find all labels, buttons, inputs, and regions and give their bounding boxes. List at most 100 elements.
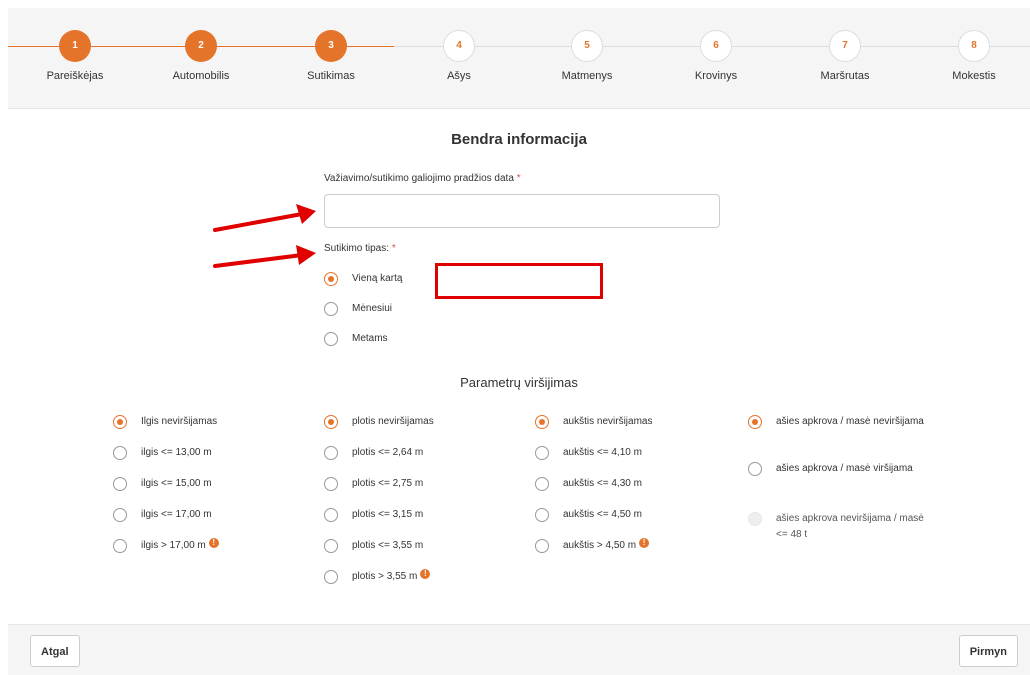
step-1[interactable]: 1 Pareiškėjas xyxy=(25,30,125,82)
radio-label: ilgis <= 13,00 m xyxy=(141,447,212,458)
radio-icon xyxy=(535,446,549,460)
radio-axle-0[interactable]: ašies apkrova / masė neviršijama xyxy=(748,414,928,430)
radio-label: plotis <= 3,15 m xyxy=(352,509,424,520)
step-number: 3 xyxy=(315,30,347,62)
info-icon[interactable]: ! xyxy=(639,538,650,548)
radio-label: ilgis <= 17,00 m xyxy=(141,509,212,520)
radio-axle-2[interactable]: ašies apkrova neviršijama / masė <= 48 t xyxy=(748,511,928,543)
info-icon[interactable]: ! xyxy=(208,538,219,548)
radio-icon xyxy=(535,508,549,522)
radio-width-0[interactable]: plotis neviršijamas xyxy=(324,414,434,430)
radio-label: ilgis > 17,00 m xyxy=(141,540,206,551)
radio-label: plotis > 3,55 m xyxy=(352,571,418,582)
form-content: Bendra informacija Važiavimo/sutikimo ga… xyxy=(8,109,1030,624)
radio-label: aukštis <= 4,30 m xyxy=(563,478,642,489)
radio-label: Vieną kartą xyxy=(352,273,403,284)
radio-label: aukštis <= 4,50 m xyxy=(563,509,642,520)
date-field-label: Važiavimo/sutikimo galiojimo pradžios da… xyxy=(324,173,521,184)
radio-icon xyxy=(113,539,127,553)
step-label: Ašys xyxy=(447,70,471,82)
step-label: Pareiškėjas xyxy=(46,70,104,82)
step-number: 5 xyxy=(571,30,603,62)
back-button[interactable]: Atgal xyxy=(30,635,80,667)
radio-icon xyxy=(324,508,338,522)
next-button[interactable]: Pirmyn xyxy=(958,635,1018,667)
step-label: Krovinys xyxy=(694,70,738,82)
step-label: Automobilis xyxy=(172,70,230,82)
radio-type-once[interactable]: Vieną kartą xyxy=(324,271,402,287)
required-mark: * xyxy=(516,173,521,184)
section-title-general: Bendra informacija xyxy=(451,131,587,148)
radio-label: plotis neviršijamas xyxy=(352,416,434,427)
section-title-params: Parametrų viršijimas xyxy=(460,375,578,390)
radio-label: ašies apkrova / masė neviršijama xyxy=(776,416,924,427)
radio-icon xyxy=(324,446,338,460)
radio-type-monthly[interactable]: Mėnesiui xyxy=(324,301,392,317)
annotation-arrow-icon xyxy=(213,204,316,232)
radio-label: ilgis <= 15,00 m xyxy=(141,478,212,489)
radio-height-3[interactable]: aukštis <= 4,50 m xyxy=(535,507,642,523)
radio-axle-1[interactable]: ašies apkrova / masė viršijama xyxy=(748,461,928,477)
radio-icon xyxy=(535,477,549,491)
step-number: 8 xyxy=(958,30,990,62)
radio-width-3[interactable]: plotis <= 3,15 m xyxy=(324,507,423,523)
radio-width-2[interactable]: plotis <= 2,75 m xyxy=(324,476,423,492)
type-label-text: Sutikimo tipas: xyxy=(324,243,390,254)
radio-disabled-icon xyxy=(748,512,762,526)
radio-checked-icon xyxy=(324,272,338,286)
step-label: Matmenys xyxy=(561,70,613,82)
radio-height-4[interactable]: aukštis > 4,50 m! xyxy=(535,538,650,554)
radio-length-2[interactable]: ilgis <= 15,00 m xyxy=(113,476,212,492)
radio-icon xyxy=(324,477,338,491)
radio-height-0[interactable]: aukštis neviršijamas xyxy=(535,414,652,430)
step-7[interactable]: 7 Maršrutas xyxy=(795,30,895,82)
radio-label: Metams xyxy=(352,333,388,344)
radio-height-2[interactable]: aukštis <= 4,30 m xyxy=(535,476,642,492)
radio-label: aukštis > 4,50 m xyxy=(563,540,637,551)
step-label: Maršrutas xyxy=(820,70,870,82)
step-6[interactable]: 6 Krovinys xyxy=(666,30,766,82)
radio-label: aukštis neviršijamas xyxy=(563,416,653,427)
radio-width-5[interactable]: plotis > 3,55 m! xyxy=(324,569,431,585)
radio-label: aukštis <= 4,10 m xyxy=(563,447,642,458)
radio-width-4[interactable]: plotis <= 3,55 m xyxy=(324,538,423,554)
step-number: 7 xyxy=(829,30,861,62)
info-icon[interactable]: ! xyxy=(420,569,431,579)
radio-label: plotis <= 3,55 m xyxy=(352,540,424,551)
radio-icon xyxy=(324,332,338,346)
step-4[interactable]: 4 Ašys xyxy=(409,30,509,82)
radio-label: Ilgis neviršijamas xyxy=(141,416,218,427)
step-progress-bar: 1 Pareiškėjas 2 Automobilis 3 Sutikimas … xyxy=(8,8,1030,109)
wizard-footer: Atgal Pirmyn xyxy=(8,624,1030,675)
radio-type-yearly[interactable]: Metams xyxy=(324,331,388,347)
step-8[interactable]: 8 Mokestis xyxy=(924,30,1024,82)
radio-label: plotis <= 2,64 m xyxy=(352,447,424,458)
start-date-input[interactable] xyxy=(324,194,720,228)
required-mark: * xyxy=(391,243,396,254)
step-number: 6 xyxy=(700,30,732,62)
radio-length-4[interactable]: ilgis > 17,00 m! xyxy=(113,538,219,554)
step-3[interactable]: 3 Sutikimas xyxy=(281,30,381,82)
wizard-frame: 1 Pareiškėjas 2 Automobilis 3 Sutikimas … xyxy=(8,8,1030,675)
radio-checked-icon xyxy=(535,415,549,429)
radio-label: ašies apkrova / masė viršijama xyxy=(776,463,913,474)
radio-length-3[interactable]: ilgis <= 17,00 m xyxy=(113,507,212,523)
radio-icon xyxy=(535,539,549,553)
radio-length-0[interactable]: Ilgis neviršijamas xyxy=(113,414,217,430)
radio-checked-icon xyxy=(324,415,338,429)
step-label: Sutikimas xyxy=(307,70,355,82)
step-5[interactable]: 5 Matmenys xyxy=(537,30,637,82)
step-2[interactable]: 2 Automobilis xyxy=(151,30,251,82)
radio-icon xyxy=(113,477,127,491)
step-number: 1 xyxy=(59,30,91,62)
radio-icon xyxy=(324,539,338,553)
radio-checked-icon xyxy=(113,415,127,429)
radio-checked-icon xyxy=(748,415,762,429)
radio-icon xyxy=(324,302,338,316)
radio-label: Mėnesiui xyxy=(352,303,393,314)
step-number: 2 xyxy=(185,30,217,62)
radio-height-1[interactable]: aukštis <= 4,10 m xyxy=(535,445,642,461)
radio-length-1[interactable]: ilgis <= 13,00 m xyxy=(113,445,212,461)
annotation-highlight-box xyxy=(435,263,603,299)
radio-width-1[interactable]: plotis <= 2,64 m xyxy=(324,445,423,461)
